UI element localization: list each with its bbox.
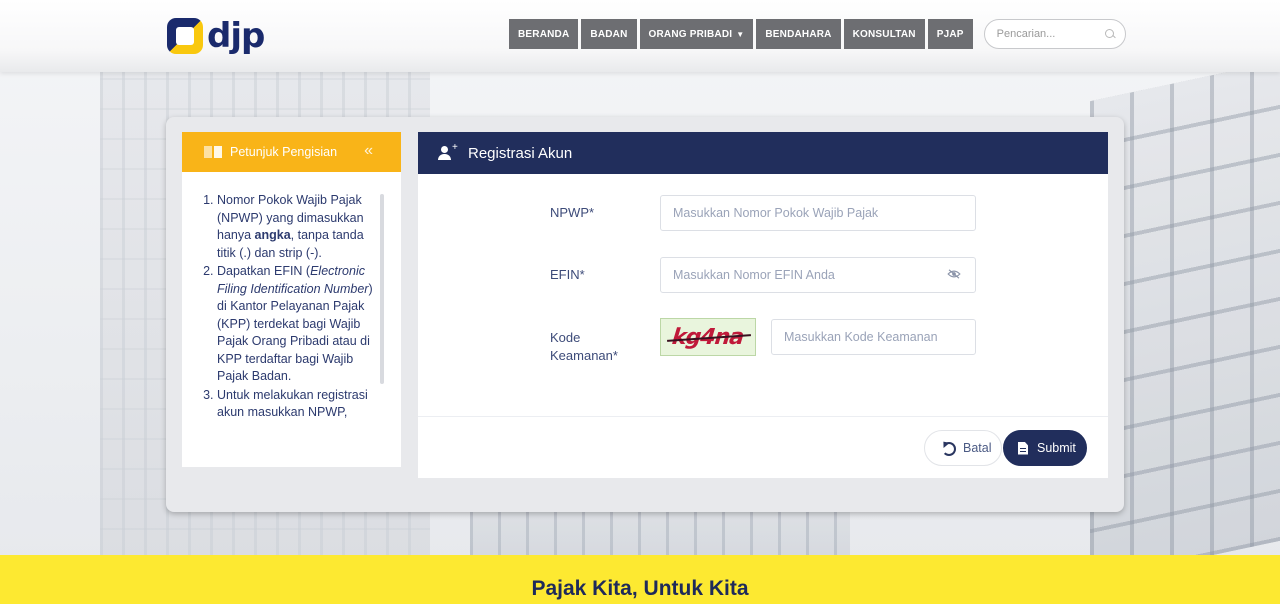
- undo-icon: [941, 441, 956, 456]
- nav-label: BENDAHARA: [765, 28, 832, 40]
- efin-label: EFIN*: [550, 267, 585, 282]
- submit-button[interactable]: Submit: [1003, 430, 1087, 466]
- djp-logo[interactable]: djp: [167, 16, 265, 56]
- npwp-label: NPWP*: [550, 205, 595, 220]
- nav-item-beranda[interactable]: BERANDA: [509, 19, 579, 49]
- instructions-header: Petunjuk Pengisian «: [182, 132, 401, 172]
- instruction-item: Nomor Pokok Wajib Pajak (NPWP) yang dima…: [217, 192, 382, 262]
- double-chevron-left-icon[interactable]: «: [364, 142, 373, 160]
- nav-item-bendahara[interactable]: BENDAHARA: [756, 19, 841, 49]
- instructions-scrollbar[interactable]: [380, 194, 384, 384]
- search-box: [983, 19, 1126, 49]
- registration-card: Petunjuk Pengisian « Nomor Pokok Wajib P…: [166, 117, 1124, 512]
- logo-text: djp: [207, 16, 265, 56]
- instructions-panel: Petunjuk Pengisian « Nomor Pokok Wajib P…: [182, 132, 401, 467]
- footer-banner: Pajak Kita, Untuk Kita: [0, 555, 1280, 604]
- nav-item-orang-pribadi[interactable]: ORANG PRIBADI ▼: [639, 19, 754, 49]
- form-divider: [418, 416, 1108, 417]
- file-icon: [1018, 441, 1028, 455]
- nav-label: BERANDA: [518, 28, 570, 40]
- caret-down-icon: ▼: [736, 29, 745, 39]
- top-header: djp BERANDA BADAN ORANG PRIBADI ▼ BENDAHA…: [0, 0, 1280, 72]
- captcha-image: kg4na: [660, 318, 756, 356]
- registration-form-panel: + Registrasi Akun NPWP* EFIN* Kode Keama…: [418, 132, 1108, 478]
- search-input[interactable]: [994, 27, 1099, 41]
- npwp-field[interactable]: [660, 195, 976, 231]
- captcha-text: kg4na: [671, 324, 745, 350]
- footer-tagline: Pajak Kita, Untuk Kita: [531, 577, 749, 600]
- nav-item-pjap[interactable]: PJAP: [927, 19, 973, 49]
- cancel-button[interactable]: Batal: [924, 430, 1002, 466]
- efin-field[interactable]: [660, 257, 976, 293]
- form-header: + Registrasi Akun: [418, 132, 1108, 174]
- nav-label: BADAN: [590, 28, 628, 40]
- submit-button-label: Submit: [1037, 441, 1076, 455]
- book-icon: [204, 146, 222, 158]
- captcha-field[interactable]: [771, 319, 976, 355]
- kode-keamanan-label: Kode Keamanan*: [550, 330, 618, 363]
- nav-label: KONSULTAN: [852, 28, 916, 40]
- user-add-icon: +: [438, 142, 458, 160]
- instruction-text: Dapatkan EFIN (: [217, 264, 311, 278]
- instruction-item: Dapatkan EFIN (Electronic Filing Identif…: [217, 263, 382, 386]
- nav-label: ORANG PRIBADI: [648, 28, 733, 40]
- nav-item-badan[interactable]: BADAN: [581, 19, 637, 49]
- form-title: Registrasi Akun: [468, 144, 573, 162]
- cancel-button-label: Batal: [963, 441, 992, 455]
- main-nav: BERANDA BADAN ORANG PRIBADI ▼ BENDAHARA K…: [509, 19, 1126, 49]
- nav-label: PJAP: [936, 28, 964, 40]
- logo-mark-icon: [167, 18, 203, 54]
- instruction-text: ) di Kantor Pelayanan Pajak (KPP) terdek…: [217, 281, 373, 384]
- nav-item-konsultan[interactable]: KONSULTAN: [843, 19, 925, 49]
- eye-off-icon[interactable]: [946, 269, 962, 279]
- instructions-title: Petunjuk Pengisian: [230, 145, 338, 159]
- instruction-text-bold: angka: [254, 228, 291, 242]
- instruction-item: Untuk melakukan registrasi akun masukkan…: [217, 387, 382, 422]
- instruction-text: Untuk melakukan registrasi akun masukkan…: [217, 387, 368, 420]
- instructions-body: Nomor Pokok Wajib Pajak (NPWP) yang dima…: [182, 172, 401, 467]
- instructions-list: Nomor Pokok Wajib Pajak (NPWP) yang dima…: [201, 192, 382, 422]
- search-icon[interactable]: [1104, 29, 1115, 39]
